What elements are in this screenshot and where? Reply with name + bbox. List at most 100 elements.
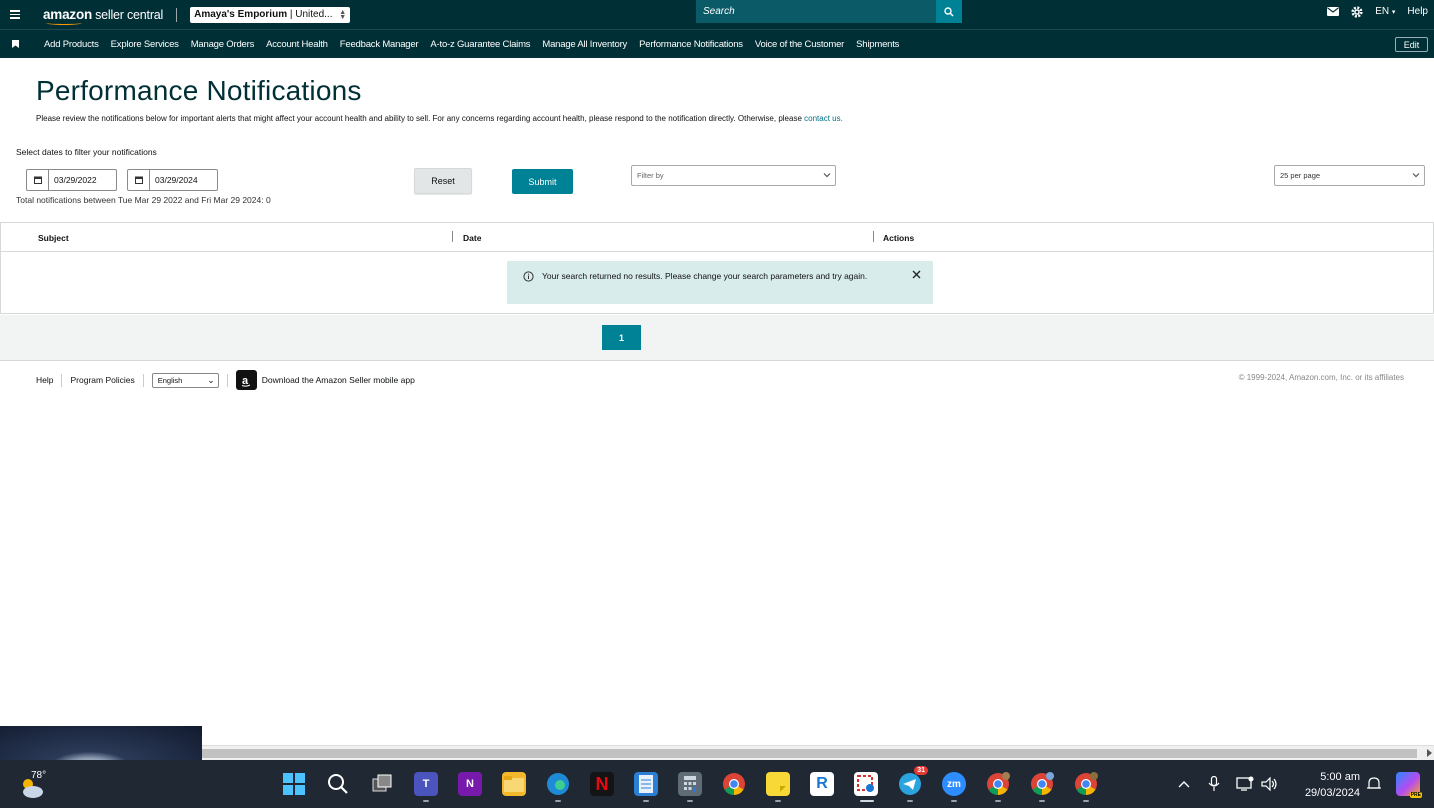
calculator-icon[interactable] xyxy=(678,772,702,796)
nav-item-shipments[interactable]: Shipments xyxy=(856,39,899,50)
per-page-dropdown[interactable]: 25 per page xyxy=(1274,165,1425,186)
start-date-value: 03/29/2022 xyxy=(54,175,97,185)
network-icon[interactable] xyxy=(1233,772,1257,796)
search-input[interactable]: Search xyxy=(696,0,936,23)
divider xyxy=(142,373,144,387)
nav-item-add-products[interactable]: Add Products xyxy=(44,39,99,50)
notifications-icon[interactable] xyxy=(1362,772,1386,796)
nav-items: Add Products Explore Services Manage Ord… xyxy=(44,39,899,50)
telegram-icon[interactable]: 31 xyxy=(898,766,928,796)
running-indicator xyxy=(1083,800,1089,802)
chrome-icon[interactable] xyxy=(722,772,746,796)
page-button-1[interactable]: 1 xyxy=(602,325,641,350)
column-header-subject[interactable]: Subject xyxy=(38,233,69,243)
nav-item-manage-orders[interactable]: Manage Orders xyxy=(191,39,255,50)
end-date-value: 03/29/2024 xyxy=(155,175,198,185)
taskbar-search-icon[interactable] xyxy=(326,772,350,796)
column-header-date[interactable]: Date xyxy=(463,233,481,243)
submit-button[interactable]: Submit xyxy=(512,169,573,194)
running-indicator xyxy=(555,800,561,802)
divider xyxy=(61,373,63,387)
search-button[interactable] xyxy=(936,0,962,23)
nav-item-account-health[interactable]: Account Health xyxy=(266,39,328,50)
nav-item-explore-services[interactable]: Explore Services xyxy=(111,39,179,50)
running-indicator xyxy=(423,800,429,802)
no-results-message: Your search returned no results. Please … xyxy=(542,271,868,281)
weather-widget[interactable]: 78° xyxy=(18,768,52,800)
rapid-app-icon[interactable]: R xyxy=(810,772,834,796)
running-indicator xyxy=(643,800,649,802)
footer: Help Program Policies English ⌄ a Downlo… xyxy=(36,370,415,390)
running-indicator xyxy=(951,800,957,802)
language-selector[interactable]: EN ▾ xyxy=(1375,6,1395,17)
amazon-app-icon[interactable]: a xyxy=(235,370,257,390)
start-date-input[interactable]: 03/29/2022 xyxy=(26,169,117,191)
menu-icon[interactable] xyxy=(0,0,30,29)
copilot-icon[interactable]: PRE xyxy=(1396,772,1422,798)
chrome-profile-icon[interactable] xyxy=(986,772,1010,796)
logo-brand: amazon xyxy=(43,7,93,25)
nav-item-feedback-manager[interactable]: Feedback Manager xyxy=(340,39,419,50)
task-view-icon[interactable] xyxy=(370,772,394,796)
column-divider xyxy=(873,231,874,242)
copyright-text: © 1999-2024, Amazon.com, Inc. or its aff… xyxy=(1238,373,1404,382)
file-explorer-icon[interactable] xyxy=(502,772,526,796)
calendar-icon xyxy=(27,170,49,190)
store-region: | United... xyxy=(289,9,333,20)
teams-icon[interactable]: T xyxy=(414,772,438,796)
divider xyxy=(176,7,178,22)
table-header: Subject Date Actions xyxy=(1,223,1433,252)
scrollbar-thumb[interactable] xyxy=(202,749,1417,758)
end-date-input[interactable]: 03/29/2024 xyxy=(127,169,218,191)
edge-icon[interactable] xyxy=(546,772,570,796)
scroll-right-arrow-icon[interactable] xyxy=(1427,749,1432,757)
active-indicator xyxy=(860,800,874,802)
windows-taskbar: 78° T N N R 31 zm 5:00 am 29/03/2024 PRE xyxy=(0,760,1434,808)
contact-us-link[interactable]: contact us. xyxy=(804,114,843,123)
close-icon[interactable] xyxy=(912,270,921,279)
info-icon xyxy=(523,271,534,282)
snipping-tool-icon[interactable] xyxy=(854,772,878,796)
store-selector[interactable]: Amaya's Emporium | United... ▲ ▼ xyxy=(190,6,351,23)
svg-text:a: a xyxy=(242,375,249,387)
notepad-icon[interactable] xyxy=(634,772,658,796)
microphone-icon[interactable] xyxy=(1202,772,1226,796)
bookmark-icon[interactable] xyxy=(0,40,30,48)
chrome-profile-icon[interactable] xyxy=(1074,772,1098,796)
column-header-actions: Actions xyxy=(883,233,915,243)
seller-central-logo[interactable]: amazon seller central xyxy=(43,7,163,25)
nav-item-manage-inventory[interactable]: Manage All Inventory xyxy=(542,39,627,50)
nav-item-voice-of-customer[interactable]: Voice of the Customer xyxy=(755,39,844,50)
mail-icon[interactable] xyxy=(1327,7,1340,16)
volume-icon[interactable] xyxy=(1258,772,1282,796)
edit-nav-button[interactable]: Edit xyxy=(1395,37,1428,52)
onenote-icon[interactable]: N xyxy=(458,772,482,796)
netflix-icon[interactable]: N xyxy=(590,772,614,796)
language-label: EN xyxy=(1375,6,1390,17)
download-app-link[interactable]: Download the Amazon Seller mobile app xyxy=(262,375,415,385)
help-link[interactable]: Help xyxy=(1407,6,1428,17)
search-icon xyxy=(944,6,954,17)
nav-item-a-to-z-claims[interactable]: A-to-z Guarantee Claims xyxy=(430,39,530,50)
reset-button[interactable]: Reset xyxy=(414,168,472,194)
filter-by-dropdown[interactable]: Filter by xyxy=(631,165,836,186)
nav-item-performance-notifications[interactable]: Performance Notifications xyxy=(639,39,743,50)
windows-start-icon[interactable] xyxy=(282,772,306,796)
horizontal-scrollbar[interactable] xyxy=(202,745,1434,760)
show-hidden-icons-icon[interactable] xyxy=(1172,772,1196,796)
page-title: Performance Notifications xyxy=(36,75,362,106)
chrome-profile-icon[interactable] xyxy=(1030,772,1054,796)
language-select[interactable]: English ⌄ xyxy=(151,372,219,388)
system-clock[interactable]: 5:00 am 29/03/2024 xyxy=(1290,769,1360,801)
zoom-icon[interactable]: zm xyxy=(942,772,966,796)
gear-icon[interactable] xyxy=(1351,5,1363,18)
sticky-notes-icon[interactable] xyxy=(766,772,790,796)
top-right-tools: EN ▾ Help xyxy=(1327,0,1428,23)
store-name: Amaya's Emporium xyxy=(194,9,288,20)
total-notifications-text: Total notifications between Tue Mar 29 2… xyxy=(16,195,271,205)
updown-arrow-icon: ▲ ▼ xyxy=(339,8,347,21)
pagination-bar xyxy=(0,315,1434,361)
column-divider xyxy=(452,231,453,242)
footer-help-link[interactable]: Help xyxy=(36,375,53,385)
program-policies-link[interactable]: Program Policies xyxy=(70,375,134,385)
